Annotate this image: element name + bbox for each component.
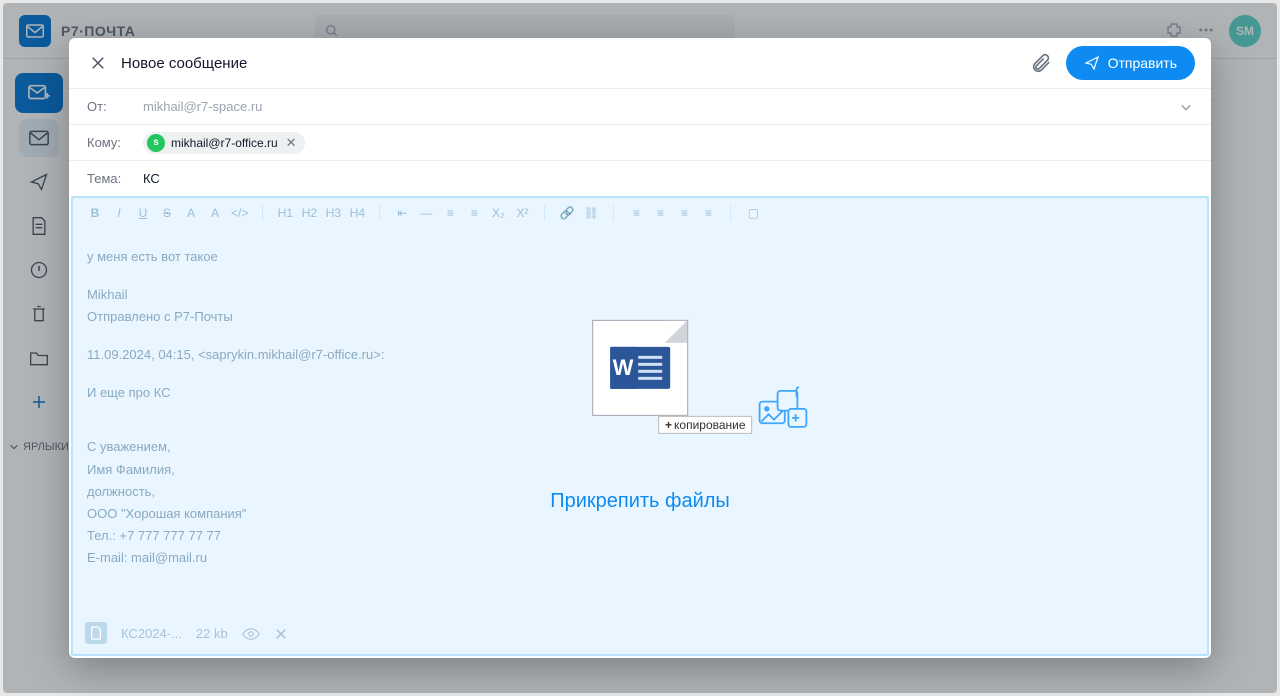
bgcolor-button[interactable]: A (207, 206, 223, 220)
subject-row[interactable]: Тема: КС (69, 160, 1211, 196)
to-label: Кому: (87, 135, 143, 150)
strike-button[interactable]: S (159, 206, 175, 220)
drop-indicator: W +копирование (550, 320, 730, 513)
media-icons (754, 382, 808, 436)
sub-button[interactable]: X₂ (490, 206, 506, 220)
editor-toolbar: B I U S A A </> H1 H2 H3 H4 ⇤ — ≡ ≡ X₂ (73, 198, 1207, 228)
subject-value: КС (143, 171, 160, 186)
editor-dropzone[interactable]: B I U S A A </> H1 H2 H3 H4 ⇤ — ≡ ≡ X₂ (71, 196, 1209, 656)
chip-remove-icon[interactable]: ✕ (284, 135, 299, 151)
hr-button[interactable]: — (418, 206, 434, 220)
code-button[interactable]: </> (231, 206, 248, 220)
sup-button[interactable]: X² (514, 206, 530, 220)
attachment-name: КС2024-... (121, 626, 182, 641)
remove-attachment-icon[interactable] (274, 625, 288, 641)
compose-modal: Новое сообщение Отправить От: mikhail@r7… (69, 38, 1211, 658)
attachment-item[interactable]: КС2024-... 22 kb (85, 622, 288, 644)
bold-button[interactable]: B (87, 206, 103, 220)
h2-button[interactable]: H2 (301, 206, 317, 220)
italic-button[interactable]: I (111, 206, 127, 220)
image-button[interactable]: ▢ (745, 206, 761, 220)
textcolor-button[interactable]: A (183, 206, 199, 220)
link-button[interactable]: 🔗 (559, 206, 575, 220)
from-label: От: (87, 99, 143, 114)
align-justify-button[interactable]: ≡ (700, 206, 716, 220)
attachment-size: 22 kb (196, 626, 228, 641)
copy-tooltip: +копирование (658, 416, 753, 434)
ul-button[interactable]: ≡ (466, 206, 482, 220)
align-right-button[interactable]: ≡ (676, 206, 692, 220)
unlink-button[interactable]: ⛓ (583, 206, 599, 220)
word-file-icon: W (592, 320, 688, 416)
chevron-down-icon[interactable] (1179, 99, 1193, 115)
attach-icon[interactable] (1030, 52, 1052, 74)
from-value: mikhail@r7-space.ru (143, 99, 262, 114)
align-center-button[interactable]: ≡ (652, 206, 668, 220)
attach-files-label: Прикрепить файлы (550, 490, 730, 513)
recipient-chip[interactable]: s mikhail@r7-office.ru ✕ (143, 132, 305, 154)
from-row[interactable]: От: mikhail@r7-space.ru (69, 88, 1211, 124)
to-row[interactable]: Кому: s mikhail@r7-office.ru ✕ (69, 124, 1211, 160)
h1-button[interactable]: H1 (277, 206, 293, 220)
close-button[interactable] (85, 50, 111, 76)
send-button[interactable]: Отправить (1066, 46, 1195, 80)
attachment-doc-icon (85, 622, 107, 644)
modal-title: Новое сообщение (121, 55, 247, 72)
chip-email: mikhail@r7-office.ru (171, 136, 278, 150)
h3-button[interactable]: H3 (325, 206, 341, 220)
preview-icon[interactable] (242, 625, 260, 641)
subject-label: Тема: (87, 171, 143, 186)
align-left-button[interactable]: ≡ (628, 206, 644, 220)
indent-button[interactable]: ⇤ (394, 206, 410, 220)
ol-button[interactable]: ≡ (442, 206, 458, 220)
h4-button[interactable]: H4 (349, 206, 365, 220)
chip-avatar: s (147, 134, 165, 152)
underline-button[interactable]: U (135, 206, 151, 220)
